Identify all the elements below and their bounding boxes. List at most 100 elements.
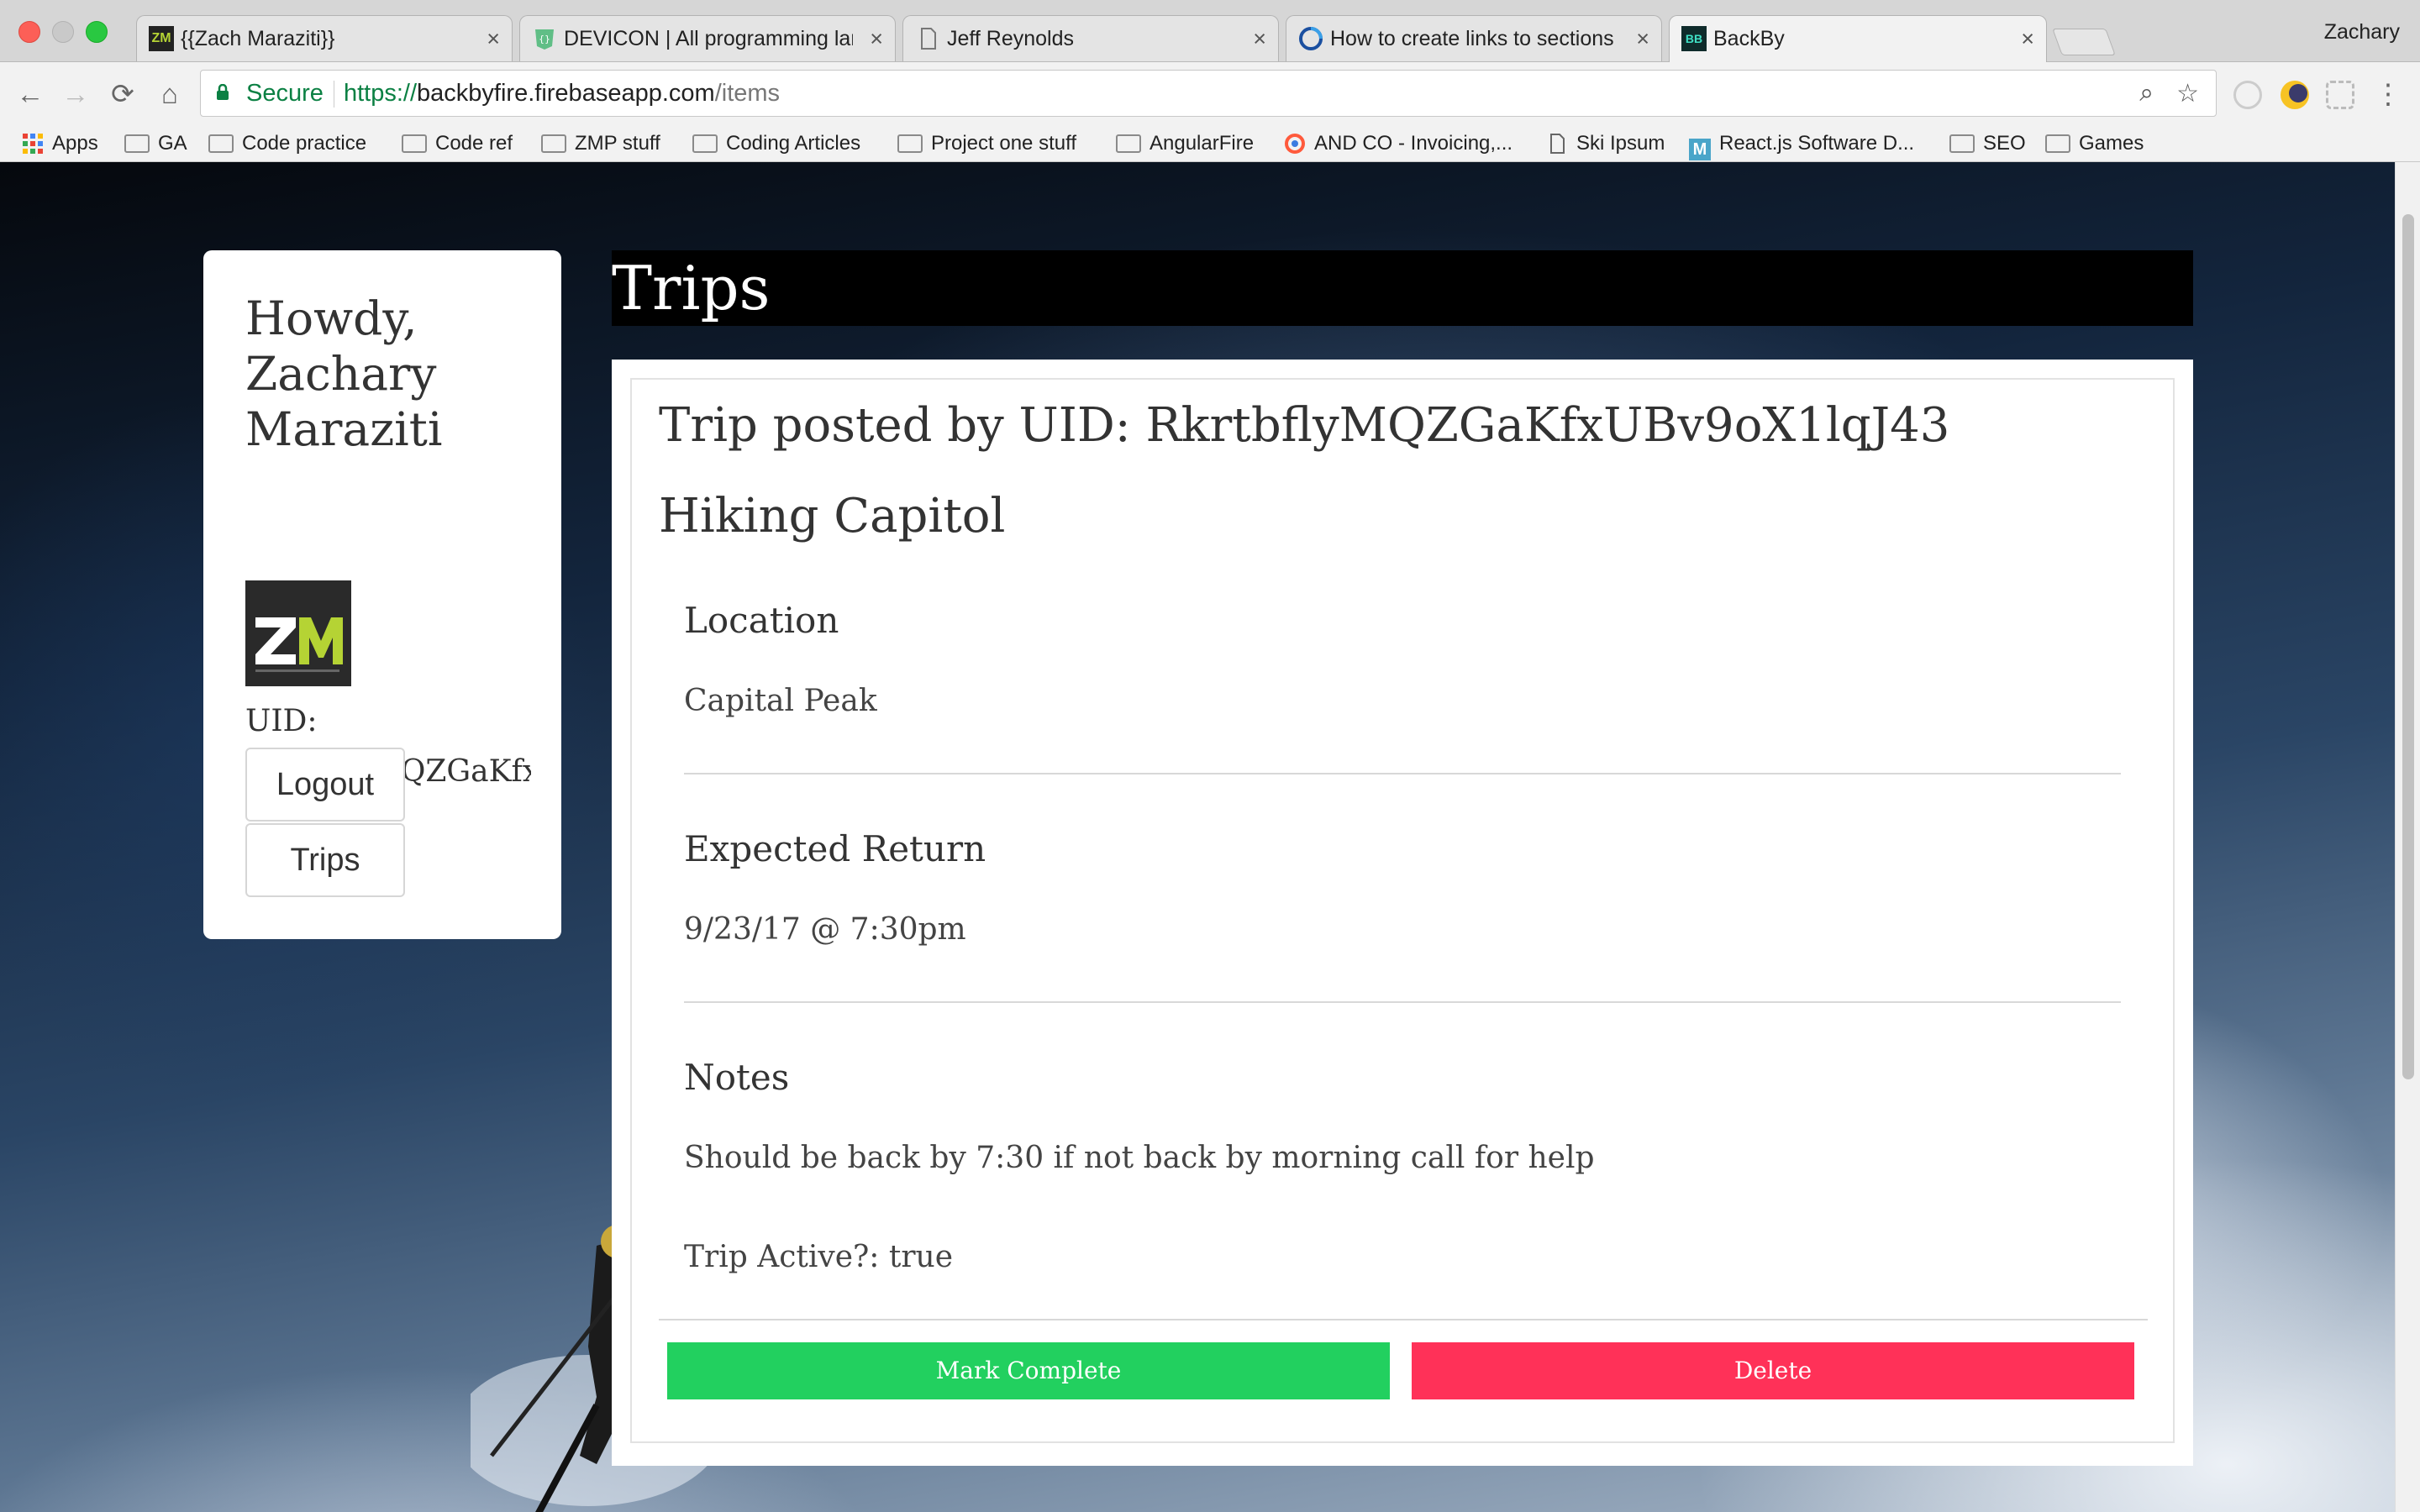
trip-active-status: Trip Active?: true [684,1240,954,1274]
bookmark-and-co[interactable]: AND CO - Invoicing,... [1284,126,1512,161]
browser-tab-strip: ZM {{Zach Maraziti}} × {} DEVICON | All … [0,0,2420,62]
devicon-icon: {} [532,26,557,51]
uid-label: UID: [245,704,318,738]
bookmarks-bar: Apps GA Code practice Code ref ZMP stuff… [0,126,2420,162]
avatar [245,580,351,686]
folder-icon [897,134,923,153]
close-window-button[interactable] [18,21,40,43]
forward-arrow-icon[interactable]: → [59,77,92,111]
bookmark-project-one-stuff[interactable]: Project one stuff [897,126,1076,161]
url-host: backbyfire.firebaseapp.com [417,80,715,107]
bookmark-label: AND CO - Invoicing,... [1314,132,1513,155]
location-value: Capital Peak [684,684,877,718]
profile-name[interactable]: Zachary [2324,20,2400,45]
extension-icon[interactable] [2233,81,2262,109]
star-icon[interactable]: ☆ [2176,79,2199,108]
close-tab-icon[interactable]: × [1253,26,1266,51]
page-viewport: Howdy, Zachary Maraziti UID: RkrtbflyMQZ… [0,162,2395,1512]
bookmark-angularfire[interactable]: AngularFire [1116,126,1254,161]
mark-complete-button[interactable]: Mark Complete [667,1342,1390,1399]
browser-toolbar: ← → ⟳ ⌂ Secure https://backbyfire.fireba… [0,62,2420,126]
home-icon[interactable]: ⌂ [153,77,187,111]
bookmark-coding-articles[interactable]: Coding Articles [692,126,860,161]
trip-poster: Trip posted by UID: RkrtbflyMQZGaKfxUBv9… [659,398,1950,453]
page-icon [1546,131,1568,154]
folder-icon [1116,134,1141,153]
logout-button[interactable]: Logout [245,748,405,822]
tab-devicon[interactable]: {} DEVICON | All programming languages × [519,15,896,61]
notes-title: Notes [684,1057,790,1098]
folder-icon [208,134,234,153]
bookmark-label: Code ref [435,132,513,155]
tab-jeff-reynolds[interactable]: Jeff Reynolds × [902,15,1279,61]
tab-title: DEVICON | All programming languages [564,27,853,50]
divider [684,773,2121,774]
lock-icon [217,84,229,100]
minimize-window-button[interactable] [52,21,74,43]
divider [684,1001,2121,1003]
bookmark-label: AngularFire [1150,132,1255,155]
secure-label: Secure [246,80,324,107]
settings-extension-icon[interactable] [2326,81,2354,109]
bookmark-react-software[interactable]: M React.js Software D... [1689,126,1914,161]
reload-icon[interactable]: ⟳ [106,77,139,111]
expected-return-title: Expected Return [684,828,986,869]
folder-icon [2045,134,2070,153]
page-scrollbar[interactable] [2395,162,2420,1512]
bookmark-label: Apps [52,132,98,155]
tab-create-links[interactable]: How to create links to sections × [1286,15,1662,61]
bookmark-ga[interactable]: GA [124,126,187,161]
tab-title: Jeff Reynolds [947,27,1075,50]
bookmark-label: Code practice [242,132,367,155]
trip-card: Trip posted by UID: RkrtbflyMQZGaKfxUBv9… [630,378,2175,1443]
close-tab-icon[interactable]: × [1636,26,1649,51]
scrollbar-thumb[interactable] [2402,214,2414,1079]
close-tab-icon[interactable]: × [487,26,500,51]
tab-title: {{Zach Maraziti}} [181,27,335,50]
expected-return-value: 9/23/17 @ 7:30pm [684,912,966,947]
page-icon [915,26,940,51]
moon-shape [2289,84,2307,102]
new-tab-button[interactable] [2052,29,2116,55]
tab-title: How to create links to sections [1330,27,1614,50]
delete-button[interactable]: Delete [1412,1342,2134,1399]
bookmark-label: Games [2079,132,2144,155]
zoom-icon[interactable]: ⌕ [2139,79,2154,108]
bookmark-code-ref[interactable]: Code ref [402,126,513,161]
close-tab-icon[interactable]: × [870,26,883,51]
url-text: https://backbyfire.firebaseapp.com/items [344,80,780,108]
bookmark-label: SEO [1983,132,2026,155]
backby-icon: BB [1681,26,1707,51]
bookmark-label: Ski Ipsum [1576,132,1665,155]
trips-panel: Trip posted by UID: RkrtbflyMQZGaKfxUBv9… [612,360,2193,1466]
apps-grid-icon [22,131,44,154]
bookmark-ski-ipsum[interactable]: Ski Ipsum [1546,126,1665,161]
divider [659,1319,2148,1320]
bookmark-code-practice[interactable]: Code practice [208,126,366,161]
back-arrow-icon[interactable]: ← [13,77,47,111]
close-tab-icon[interactable]: × [2021,26,2034,51]
folder-icon [1949,134,1975,153]
address-bar[interactable]: Secure https://backbyfire.firebaseapp.co… [200,70,2217,117]
tab-zach-maraziti[interactable]: ZM {{Zach Maraziti}} × [136,15,513,61]
folder-icon [692,134,718,153]
bookmark-apps[interactable]: Apps [22,126,98,161]
zm-logo-icon: ZM [149,26,174,51]
zm-logo-icon [245,580,351,686]
bookmark-label: Project one stuff [931,132,1076,155]
zoom-window-button[interactable] [86,21,108,43]
bookmark-games[interactable]: Games [2045,126,2144,161]
menu-icon[interactable]: ⋮ [2371,77,2405,111]
bookmark-zmp-stuff[interactable]: ZMP stuff [541,126,660,161]
m-icon: M [1689,139,1711,160]
tab-title: BackBy [1713,27,1785,50]
tab-backby[interactable]: BB BackBy × [1669,15,2047,62]
site-icon [1298,26,1323,51]
svg-text:{}: {} [539,34,550,45]
trips-button[interactable]: Trips [245,823,405,897]
bookmark-seo[interactable]: SEO [1949,126,2026,161]
location-title: Location [684,600,839,641]
andco-icon [1284,131,1306,154]
moon-extension-icon[interactable] [2281,81,2309,109]
bookmark-label: GA [158,132,187,155]
